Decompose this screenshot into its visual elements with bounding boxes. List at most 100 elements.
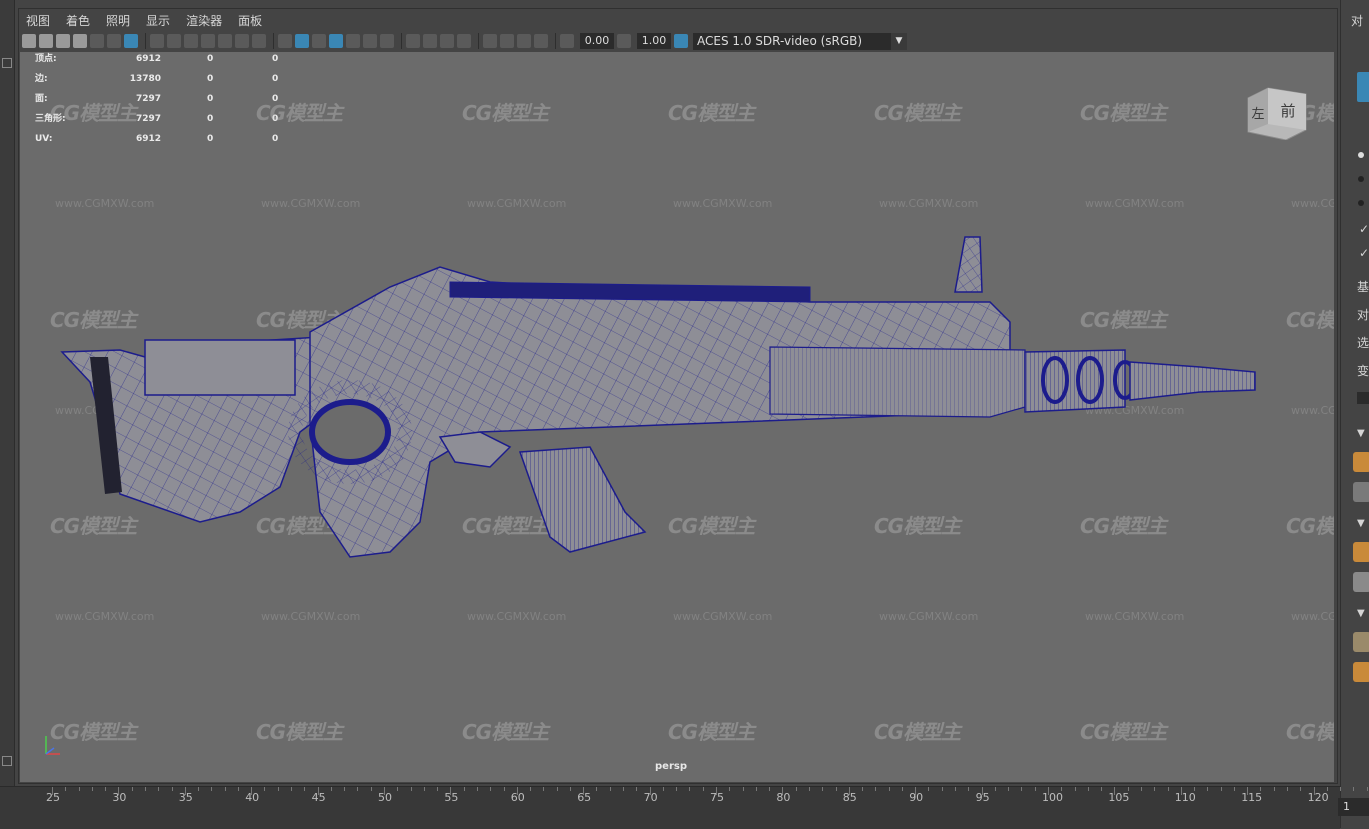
watermark-logo: CG模型主 [256, 101, 343, 125]
wireframe-on-shaded-icon[interactable] [329, 34, 343, 48]
hud-selected: 0 [207, 74, 214, 84]
pencil-icon[interactable] [124, 34, 138, 48]
chevron-down-icon[interactable]: ▼ [891, 32, 907, 50]
isolate-select-icon[interactable] [483, 34, 497, 48]
timeline-minor-tick [888, 787, 890, 791]
exposure-icon[interactable] [560, 34, 574, 48]
menu-shading[interactable]: 着色 [66, 12, 90, 29]
timeline-minor-tick [211, 787, 213, 791]
color-management-icon[interactable] [674, 34, 688, 48]
resolution-gate-icon[interactable] [184, 34, 198, 48]
xray-icon[interactable] [500, 34, 514, 48]
select-camera-icon[interactable] [22, 34, 36, 48]
timeline-tick-label: 95 [975, 791, 990, 804]
strip-marker-bottom[interactable] [2, 756, 12, 766]
timeline-minor-tick [623, 787, 625, 791]
viewcube[interactable]: 左 前 [1246, 84, 1308, 140]
toolbar-separator [145, 33, 146, 49]
timeline-minor-tick [835, 787, 837, 791]
motion-blur-icon[interactable] [423, 34, 437, 48]
timeline-tick-label: 40 [245, 791, 260, 804]
timeline-tick-label: 90 [909, 791, 924, 804]
watermark-url: www.CGMXW.com [1291, 610, 1334, 623]
exposure-field[interactable]: 0.00 [580, 33, 614, 49]
timeline-tick-label: 70 [643, 791, 658, 804]
depth-of-field-icon[interactable] [457, 34, 471, 48]
viewcube-left-face: 左 [1251, 107, 1264, 122]
timeline-minor-tick [224, 787, 226, 791]
time-slider[interactable]: 25 30 35 40 45 50 55 60 65 70 75 80 85 90 95 100 105 110 1… [0, 786, 1368, 829]
collapse-arrow-icon[interactable]: ▼ [1357, 518, 1365, 529]
timeline-minor-tick [158, 787, 160, 791]
image-plane-icon[interactable] [73, 34, 87, 48]
object-tool-icon[interactable] [1353, 542, 1369, 562]
smooth-shade-icon[interactable] [295, 34, 309, 48]
collapse-arrow-icon[interactable]: ▼ [1357, 608, 1365, 619]
panel-toolbar: 0.00 1.00 ACES 1.0 SDR-video (sRGB) ▼ [22, 31, 1022, 51]
watermark-logo: CG模型主 [1286, 308, 1334, 332]
menu-renderer[interactable]: 渲染器 [186, 12, 222, 29]
bookmark-icon[interactable] [56, 34, 70, 48]
hud-component: 0 [272, 74, 279, 84]
timeline-tick-label: 115 [1241, 791, 1263, 804]
timeline-minor-tick [397, 787, 399, 791]
menu-show[interactable]: 显示 [146, 12, 170, 29]
timeline-minor-tick [1300, 787, 1302, 791]
view-transform-dropdown[interactable]: ACES 1.0 SDR-video (sRGB) ▼ [693, 32, 907, 50]
checkbox-check-icon[interactable]: ✓ [1359, 246, 1369, 260]
lighting-icon[interactable] [363, 34, 377, 48]
screen-space-ao-icon[interactable] [406, 34, 420, 48]
watermark-url: www.CGMXW.com [1291, 197, 1334, 210]
2d-pan-zoom-icon[interactable] [107, 34, 121, 48]
radio-option-2[interactable] [1358, 176, 1364, 182]
textured-icon[interactable] [346, 34, 360, 48]
watermark-logo: CG模型主 [874, 720, 961, 744]
timeline-minor-tick [543, 787, 545, 791]
checkbox-check-icon[interactable]: ✓ [1359, 222, 1369, 236]
hud-label: UV: [35, 134, 53, 144]
camera-attributes-icon[interactable] [39, 34, 53, 48]
3d-viewport[interactable]: 顶点: 6912 0 0 边: 13780 0 0 面: 7297 0 0 三角… [20, 52, 1334, 782]
menu-panels[interactable]: 面板 [238, 12, 262, 29]
xray-joints-icon[interactable] [534, 34, 548, 48]
menu-lighting[interactable]: 照明 [106, 12, 130, 29]
radio-option-3[interactable] [1358, 200, 1364, 206]
default-material-icon[interactable] [312, 34, 326, 48]
stack-tool-icon[interactable] [1353, 572, 1369, 592]
timeline-minor-tick [822, 787, 824, 791]
layer-tool-icon[interactable] [1353, 452, 1369, 472]
collapse-arrow-icon[interactable]: ▼ [1357, 428, 1365, 439]
wireframe-icon[interactable] [278, 34, 292, 48]
shadows-icon[interactable] [380, 34, 394, 48]
grid-icon[interactable] [150, 34, 164, 48]
menu-view[interactable]: 视图 [26, 12, 50, 29]
edit-tool-icon[interactable] [1353, 632, 1369, 652]
timeline-minor-tick [596, 787, 598, 791]
timeline-tick-label: 65 [577, 791, 592, 804]
field-chart-icon[interactable] [218, 34, 232, 48]
axis-gizmo [45, 736, 60, 755]
left-tool-strip [0, 0, 15, 828]
dropdown-field[interactable] [1357, 392, 1369, 404]
box-tool-icon[interactable] [1353, 662, 1369, 682]
strip-marker-top[interactable] [2, 58, 12, 68]
gamma-icon[interactable] [617, 34, 631, 48]
gate-mask-icon[interactable] [201, 34, 215, 48]
safe-title-icon[interactable] [252, 34, 266, 48]
gamma-field[interactable]: 1.00 [637, 33, 671, 49]
grease-pencil-icon[interactable] [90, 34, 104, 48]
grid-tool-icon[interactable] [1353, 482, 1369, 502]
panel-tab-icon[interactable] [1357, 72, 1369, 102]
timeline-minor-tick [437, 787, 439, 791]
radio-option-1[interactable] [1358, 152, 1364, 158]
anti-aliasing-icon[interactable] [440, 34, 454, 48]
timeline-minor-tick [357, 787, 359, 791]
film-gate-icon[interactable] [167, 34, 181, 48]
xray-active-icon[interactable] [517, 34, 531, 48]
current-frame-field[interactable]: 1 [1338, 798, 1369, 816]
safe-action-icon[interactable] [235, 34, 249, 48]
watermark-logo: CG模型主 [874, 101, 961, 125]
timeline-minor-tick [291, 787, 293, 791]
rifle-wireframe-model [60, 236, 1256, 558]
timeline-minor-tick [569, 787, 571, 791]
